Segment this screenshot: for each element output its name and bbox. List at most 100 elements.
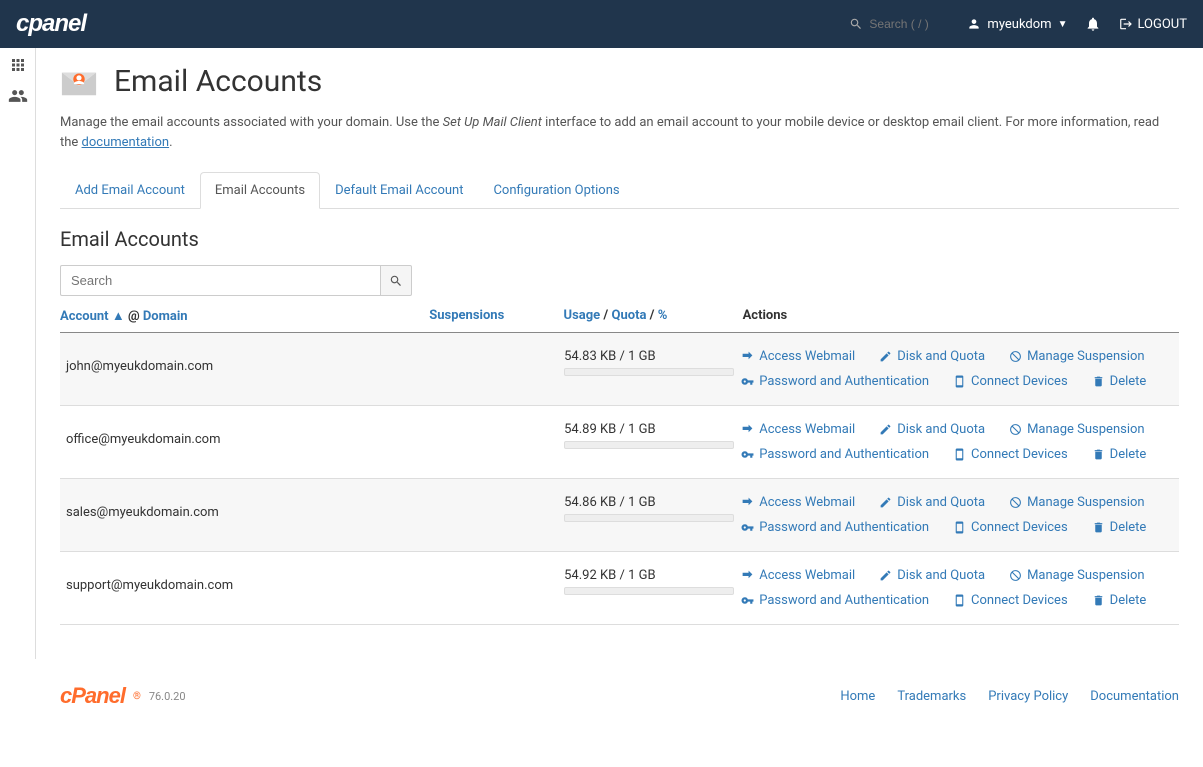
connect-icon	[953, 375, 966, 388]
account-email: sales@myeukdomain.com	[66, 495, 431, 520]
page-description: Manage the email accounts associated wit…	[60, 113, 1179, 152]
user-icon	[967, 17, 981, 32]
logout-button[interactable]: LOGOUT	[1119, 17, 1187, 32]
disk-link[interactable]: Disk and Quota	[879, 495, 985, 510]
footer-link-trademarks[interactable]: Trademarks	[897, 689, 966, 704]
delete-link[interactable]: Delete	[1092, 374, 1147, 389]
delete-link[interactable]: Delete	[1092, 447, 1147, 462]
actions-cell: Access Webmail Disk and Quota Manage Suspe…	[741, 495, 1173, 535]
footer-link-documentation[interactable]: Documentation	[1090, 689, 1179, 704]
delete-icon	[1092, 448, 1105, 461]
user-menu[interactable]: myeukdom ▼	[967, 17, 1067, 32]
accounts-search-button[interactable]	[380, 265, 412, 296]
sort-quota[interactable]: Quota	[611, 308, 646, 323]
tab-configuration-options[interactable]: Configuration Options	[478, 172, 634, 209]
manage_susp-link[interactable]: Manage Suspension	[1009, 349, 1145, 364]
notifications-button[interactable]	[1085, 16, 1101, 32]
usage-cell: 54.92 KB / 1 GB	[564, 568, 741, 595]
accounts-search-input[interactable]	[60, 265, 380, 296]
manage_susp-icon	[1009, 569, 1022, 582]
tab-email-accounts[interactable]: Email Accounts	[200, 172, 320, 209]
webmail-link[interactable]: Access Webmail	[741, 495, 855, 510]
chevron-down-icon: ▼	[1058, 19, 1068, 30]
connect-link[interactable]: Connect Devices	[953, 520, 1068, 535]
documentation-link[interactable]: documentation	[82, 135, 170, 150]
connect-link[interactable]: Connect Devices	[953, 447, 1068, 462]
disk-link[interactable]: Disk and Quota	[879, 568, 985, 583]
webmail-icon	[741, 350, 754, 363]
sort-suspensions[interactable]: Suspensions	[429, 308, 504, 323]
manage_susp-icon	[1009, 423, 1022, 436]
usage-bar	[564, 587, 734, 595]
actions-cell: Access Webmail Disk and Quota Manage Suspe…	[741, 349, 1173, 389]
webmail-icon	[741, 569, 754, 582]
webmail-icon	[741, 496, 754, 509]
disk-link[interactable]: Disk and Quota	[879, 349, 985, 364]
delete-link[interactable]: Delete	[1092, 520, 1147, 535]
password-link[interactable]: Password and Authentication	[741, 447, 929, 462]
th-actions: Actions	[743, 308, 1179, 324]
search-icon	[389, 274, 403, 288]
connect-icon	[953, 448, 966, 461]
footer-link-privacy-policy[interactable]: Privacy Policy	[988, 689, 1068, 704]
footer-version: 76.0.20	[149, 690, 186, 703]
cpanel-logo[interactable]: cPanel	[16, 10, 86, 38]
password-icon	[741, 594, 754, 607]
usage-bar	[564, 368, 734, 376]
webmail-link[interactable]: Access Webmail	[741, 422, 855, 437]
delete-icon	[1092, 594, 1105, 607]
account-row: sales@myeukdomain.com 54.86 KB / 1 GBAcce…	[60, 479, 1179, 552]
sort-domain[interactable]: Domain	[143, 309, 188, 324]
webmail-link[interactable]: Access Webmail	[741, 568, 855, 583]
footer-logo[interactable]: cPanel	[60, 683, 125, 709]
grid-apps-icon[interactable]	[9, 56, 27, 74]
account-email: support@myeukdomain.com	[66, 568, 431, 593]
connect-icon	[953, 594, 966, 607]
disk-icon	[879, 569, 892, 582]
usage-cell: 54.86 KB / 1 GB	[564, 495, 741, 522]
table-header-row: Account ▲ @ Domain Suspensions Usage / Q…	[60, 308, 1179, 333]
footer-link-home[interactable]: Home	[840, 689, 875, 704]
section-title: Email Accounts	[60, 227, 1179, 251]
sort-usage[interactable]: Usage	[564, 308, 601, 323]
password-link[interactable]: Password and Authentication	[741, 520, 929, 535]
account-email: john@myeukdomain.com	[66, 349, 431, 374]
disk-icon	[879, 350, 892, 363]
disk-icon	[879, 423, 892, 436]
sort-percent[interactable]: %	[658, 308, 668, 323]
usage-bar	[564, 514, 734, 522]
account-row: john@myeukdomain.com 54.83 KB / 1 GBAcces…	[60, 333, 1179, 406]
manage_susp-link[interactable]: Manage Suspension	[1009, 422, 1145, 437]
top-header: cPanel myeukdom ▼ LOGOUT	[0, 0, 1203, 48]
password-link[interactable]: Password and Authentication	[741, 593, 929, 608]
main-content: Email Accounts Manage the email accounts…	[36, 48, 1203, 767]
webmail-icon	[741, 423, 754, 436]
usage-cell: 54.83 KB / 1 GB	[564, 349, 741, 376]
delete-link[interactable]: Delete	[1092, 593, 1147, 608]
global-search-input[interactable]	[869, 17, 949, 31]
tab-default-email-account[interactable]: Default Email Account	[320, 172, 478, 209]
users-icon[interactable]	[8, 86, 28, 106]
tab-add-email-account[interactable]: Add Email Account	[60, 172, 200, 209]
account-row: support@myeukdomain.com 54.92 KB / 1 GBAc…	[60, 552, 1179, 625]
connect-link[interactable]: Connect Devices	[953, 593, 1068, 608]
manage_susp-link[interactable]: Manage Suspension	[1009, 495, 1145, 510]
webmail-link[interactable]: Access Webmail	[741, 349, 855, 364]
global-search[interactable]	[849, 17, 949, 32]
disk-link[interactable]: Disk and Quota	[879, 422, 985, 437]
usage-bar	[564, 441, 734, 449]
search-icon	[849, 17, 863, 32]
left-nav-strip	[0, 48, 36, 659]
delete-icon	[1092, 521, 1105, 534]
account-row: office@myeukdomain.com 54.89 KB / 1 GBAcc…	[60, 406, 1179, 479]
connect-link[interactable]: Connect Devices	[953, 374, 1068, 389]
email-accounts-icon	[60, 66, 98, 98]
delete-icon	[1092, 375, 1105, 388]
manage_susp-link[interactable]: Manage Suspension	[1009, 568, 1145, 583]
usage-cell: 54.89 KB / 1 GB	[564, 422, 741, 449]
account-email: office@myeukdomain.com	[66, 422, 431, 447]
accounts-table-body: john@myeukdomain.com54.83 KB / 1 GBAcces…	[60, 333, 1179, 625]
password-icon	[741, 521, 754, 534]
sort-account[interactable]: Account ▲	[60, 309, 125, 324]
password-link[interactable]: Password and Authentication	[741, 374, 929, 389]
